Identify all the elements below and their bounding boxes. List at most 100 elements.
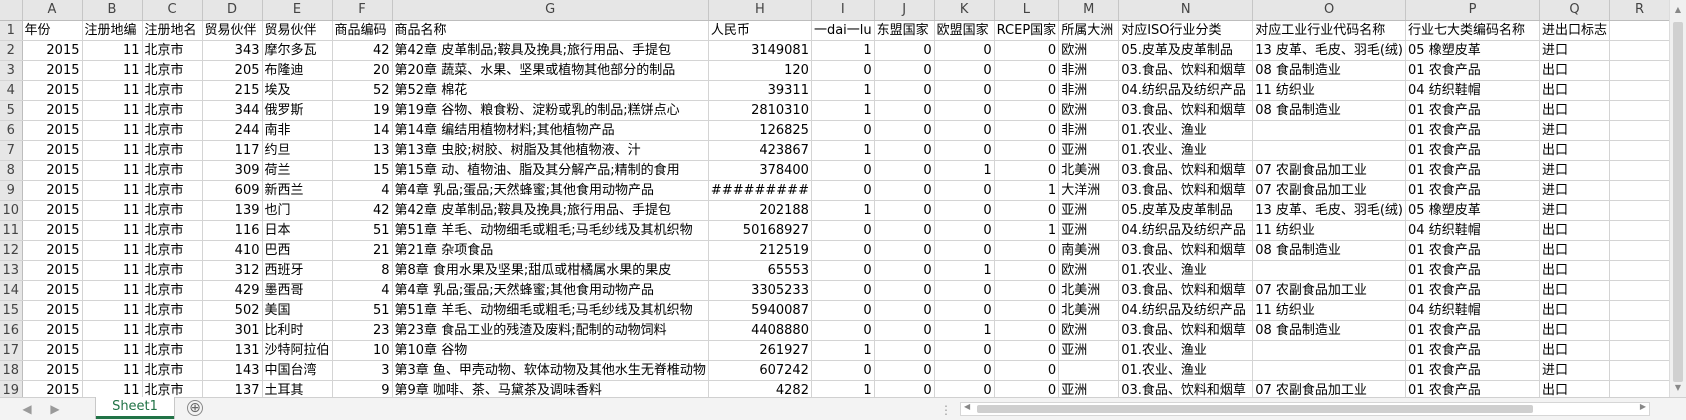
column-header-c[interactable]: C [142, 0, 203, 21]
cell[interactable]: 11 [82, 120, 143, 141]
cell[interactable]: 0 [994, 300, 1060, 321]
cell[interactable]: 08 食品制造业 [1252, 240, 1407, 261]
cell[interactable]: 01 农食产品 [1405, 260, 1541, 281]
cell[interactable]: 日本 [262, 220, 333, 241]
cell[interactable]: 04.纺织品及纺织产品 [1118, 220, 1254, 241]
cell[interactable] [1252, 360, 1407, 381]
cell[interactable]: 0 [934, 60, 995, 81]
cell[interactable]: 2015 [22, 340, 83, 361]
cell[interactable]: 出口 [1539, 240, 1611, 261]
cell[interactable]: 东盟国家 [874, 20, 935, 41]
column-header-n[interactable]: N [1118, 0, 1254, 21]
cell[interactable]: 2015 [22, 200, 83, 221]
cell[interactable]: 378400 [708, 160, 812, 181]
cell[interactable]: 出口 [1539, 300, 1611, 321]
cell[interactable]: 第15章 动、植物油、脂及其分解产品;精制的食用 [392, 160, 709, 181]
cell[interactable]: 出口 [1539, 80, 1611, 101]
cell[interactable]: 年份 [22, 20, 83, 41]
cell[interactable]: 301 [202, 320, 263, 341]
column-header-a[interactable]: A [22, 0, 83, 21]
cell[interactable]: 609 [202, 180, 263, 201]
cell[interactable]: 607242 [708, 360, 812, 381]
cell[interactable]: 商品名称 [392, 20, 709, 41]
cell[interactable]: 42 [332, 200, 393, 221]
horizontal-scroll-thumb[interactable] [977, 405, 1533, 413]
cell[interactable]: 5940087 [708, 300, 812, 321]
cell[interactable]: 14 [332, 120, 393, 141]
row-header[interactable]: 4 [0, 80, 23, 101]
cell[interactable]: 01.农业、渔业 [1118, 340, 1254, 361]
cell[interactable]: 0 [874, 280, 935, 301]
cell[interactable]: 01 农食产品 [1405, 120, 1541, 141]
cell[interactable]: 11 [82, 140, 143, 161]
cell[interactable]: 01.农业、渔业 [1118, 360, 1254, 381]
column-header-b[interactable]: B [82, 0, 143, 21]
row-header[interactable]: 6 [0, 120, 23, 141]
cell[interactable]: 05.皮革及皮革制品 [1118, 40, 1254, 61]
cell[interactable]: 0 [994, 200, 1060, 221]
cell[interactable]: 423867 [708, 140, 812, 161]
column-header-p[interactable]: P [1405, 0, 1541, 21]
cell[interactable]: 美国 [262, 300, 333, 321]
cell[interactable]: 第19章 谷物、粮食粉、淀粉或乳的制品;糕饼点心 [392, 100, 709, 121]
cell[interactable]: 贸易伙伴 [202, 20, 263, 41]
cell[interactable]: 一dai一lu [811, 20, 875, 41]
cell[interactable]: 出口 [1539, 140, 1611, 161]
cell[interactable]: 北京市 [142, 180, 203, 201]
cell[interactable]: 1 [934, 160, 995, 181]
cell[interactable]: 344 [202, 100, 263, 121]
cell[interactable] [1609, 20, 1671, 41]
cell[interactable]: 01 农食产品 [1405, 360, 1541, 381]
cell[interactable]: 欧洲 [1058, 40, 1120, 61]
row-header[interactable]: 1 [0, 20, 23, 41]
cell[interactable]: 0 [874, 140, 935, 161]
row-header[interactable]: 16 [0, 320, 23, 341]
cell[interactable]: 北京市 [142, 200, 203, 221]
column-header-h[interactable]: H [708, 0, 812, 21]
cell[interactable]: 39311 [708, 80, 812, 101]
cell[interactable]: 北京市 [142, 360, 203, 381]
cell[interactable]: 0 [994, 260, 1060, 281]
cell[interactable]: 0 [934, 240, 995, 261]
cell[interactable]: 北京市 [142, 220, 203, 241]
cell[interactable]: 第51章 羊毛、动物细毛或粗毛;马毛纱线及其机织物 [392, 300, 709, 321]
cell[interactable]: 欧洲 [1058, 260, 1120, 281]
column-header-j[interactable]: J [874, 0, 935, 21]
cell[interactable]: 11 纺织业 [1252, 220, 1407, 241]
cell[interactable]: 墨西哥 [262, 280, 333, 301]
cell[interactable]: 11 [82, 100, 143, 121]
row-header[interactable]: 11 [0, 220, 23, 241]
cell[interactable]: 2810310 [708, 100, 812, 121]
cell[interactable]: 第10章 谷物 [392, 340, 709, 361]
cell[interactable]: 312 [202, 260, 263, 281]
cell[interactable]: 0 [934, 220, 995, 241]
cell[interactable]: 0 [934, 140, 995, 161]
cell[interactable]: 2015 [22, 60, 83, 81]
column-header-e[interactable]: E [262, 0, 333, 21]
cell[interactable]: 01 农食产品 [1405, 140, 1541, 161]
column-header-d[interactable]: D [202, 0, 263, 21]
cell[interactable]: 0 [874, 340, 935, 361]
cell[interactable]: 19 [332, 100, 393, 121]
horizontal-scrollbar[interactable]: ◀ ▶ [960, 402, 1650, 416]
select-all-corner[interactable] [0, 0, 23, 21]
cell[interactable]: 05 橡塑皮革 [1405, 40, 1541, 61]
prev-sheet-icon[interactable]: ◀ [18, 401, 36, 417]
cell[interactable]: 13 皮革、毛皮、羽毛(绒) [1252, 200, 1407, 221]
cell[interactable]: 非洲 [1058, 80, 1120, 101]
cell[interactable]: 行业七大类编码名称 [1405, 20, 1541, 41]
cell[interactable]: 0 [811, 320, 875, 341]
row-header[interactable]: 7 [0, 140, 23, 161]
cell[interactable]: 0 [811, 280, 875, 301]
cell[interactable] [1609, 140, 1671, 161]
cell[interactable]: 03.食品、饮料和烟草 [1118, 240, 1254, 261]
cell[interactable]: 0 [994, 160, 1060, 181]
cell[interactable]: 0 [811, 180, 875, 201]
cell[interactable]: 0 [874, 320, 935, 341]
cell[interactable]: 第52章 棉花 [392, 80, 709, 101]
cell[interactable]: 亚洲 [1058, 200, 1120, 221]
cell[interactable]: 摩尔多瓦 [262, 40, 333, 61]
cell[interactable]: 0 [994, 280, 1060, 301]
cell[interactable]: 01 农食产品 [1405, 240, 1541, 261]
cell[interactable]: 117 [202, 140, 263, 161]
